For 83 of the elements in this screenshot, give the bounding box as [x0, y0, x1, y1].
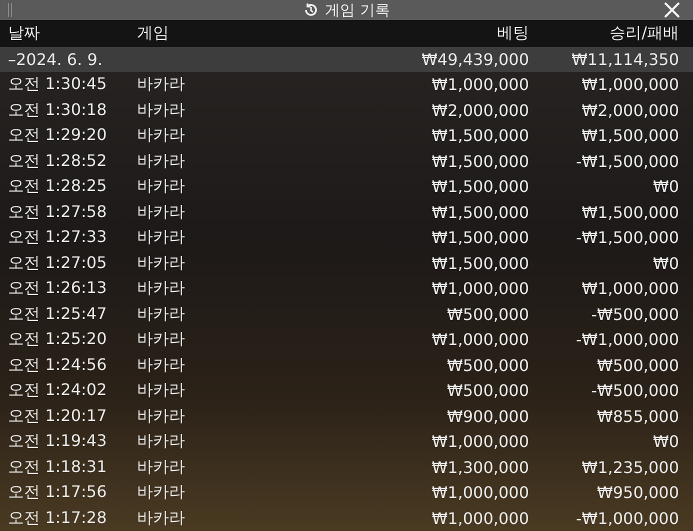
time-cell-text: 오전 1:18:31	[8, 456, 108, 478]
game-cell-text: 바카라	[137, 150, 186, 172]
bet-cell-text: ₩500,000	[446, 381, 529, 400]
game-cell-text: 바카라	[137, 482, 186, 504]
bet-cell-text: ₩1,000,000	[430, 432, 529, 452]
time-cell-text: 오전 1:25:20	[8, 329, 108, 350]
bet-cell-text: ₩500,000	[446, 304, 529, 324]
game-cell-text: 바카라	[137, 100, 186, 121]
game-cell-text: 바카라	[137, 202, 186, 223]
game-cell-text: 바카라	[137, 354, 186, 376]
time-cell-text: 오전 1:20:17	[8, 406, 108, 427]
time-cell-text: 오전 1:24:02	[8, 380, 108, 402]
result-cell-text: ₩500,000	[596, 356, 679, 375]
result-cell-text: ₩1,500,000	[580, 126, 679, 146]
bet-cell-text: ₩1,000,000	[430, 75, 529, 94]
close-icon[interactable]	[663, 1, 681, 19]
column-header: 승리/패배	[608, 23, 679, 44]
time-cell-text: 오전 1:29:20	[8, 125, 108, 146]
bet-cell-text: ₩1,500,000	[430, 177, 529, 196]
result-cell-text: ₩1,000,000	[580, 75, 679, 94]
result-cell-text: ₩0	[652, 432, 679, 452]
result-cell-text: ₩950,000	[596, 483, 679, 502]
result-cell-text: ₩1,000,000	[580, 279, 679, 298]
total-bet: ₩49,439,000	[420, 50, 529, 69]
result-cell-text: ₩1,235,000	[580, 458, 679, 477]
game-cell-text: 바카라	[137, 304, 186, 325]
game-cell-text: 바카라	[137, 252, 186, 274]
bet-cell-text: ₩1,500,000	[430, 126, 529, 146]
game-cell-text: 바카라	[137, 329, 186, 350]
game-cell-text: 바카라	[137, 456, 186, 478]
result-cell-text: ₩0	[652, 177, 679, 196]
time-cell-text: 오전 1:27:05	[8, 252, 108, 274]
result-cell-text: -₩1,500,000	[574, 152, 679, 171]
game-cell-text: 바카라	[137, 508, 186, 529]
bet-cell-text: ₩500,000	[446, 356, 529, 375]
result-cell-text: ₩0	[652, 254, 679, 273]
column-header: 게임	[137, 23, 170, 44]
bet-cell-text: ₩1,000,000	[430, 483, 529, 502]
date-group-label: –2024. 6. 9.	[8, 50, 104, 69]
result-cell-text: ₩1,500,000	[580, 202, 679, 222]
window-title: 게임 기록	[325, 0, 390, 20]
history-icon	[303, 2, 320, 18]
time-cell-text: 오전 1:30:45	[8, 74, 108, 96]
total-result: ₩11,114,350	[570, 50, 679, 69]
drag-handle-icon[interactable]	[8, 3, 12, 17]
column-header: 날짜	[8, 23, 41, 44]
time-cell-text: 오전 1:27:58	[8, 202, 108, 223]
time-cell-text: 오전 1:28:52	[8, 150, 108, 172]
result-cell-text: -₩1,000,000	[574, 330, 679, 350]
bet-cell-text: ₩1,500,000	[430, 254, 529, 273]
bet-cell-text: ₩2,000,000	[430, 100, 529, 120]
bet-cell-text: ₩900,000	[446, 406, 529, 426]
time-cell-text: 오전 1:28:25	[8, 176, 108, 198]
result-cell-text: ₩2,000,000	[580, 100, 679, 120]
time-cell-text: 오전 1:24:56	[8, 354, 108, 376]
game-cell-text: 바카라	[137, 380, 186, 402]
bet-cell-text: ₩1,500,000	[430, 152, 529, 171]
column-header: 베팅	[496, 23, 529, 44]
result-cell-text: -₩500,000	[590, 381, 679, 400]
bet-cell-text: ₩1,000,000	[430, 279, 529, 298]
game-cell-text: 바카라	[137, 406, 186, 427]
game-cell-text: 바카라	[137, 176, 186, 198]
result-cell-text: -₩500,000	[590, 304, 679, 324]
time-cell-text: 오전 1:26:13	[8, 278, 108, 300]
game-cell-text: 바카라	[137, 227, 186, 248]
game-cell-text: 바카라	[137, 278, 186, 300]
bet-cell-text: ₩1,000,000	[430, 508, 529, 528]
bet-cell-text: ₩1,500,000	[430, 228, 529, 248]
bet-cell-text: ₩1,000,000	[430, 330, 529, 350]
game-cell-text: 바카라	[137, 74, 186, 96]
bet-cell-text: ₩1,500,000	[430, 202, 529, 222]
time-cell-text: 오전 1:19:43	[8, 431, 108, 452]
time-cell-text: 오전 1:17:56	[8, 482, 108, 504]
game-cell-text: 바카라	[137, 431, 186, 452]
time-cell-text: 오전 1:25:47	[8, 304, 108, 325]
time-cell-text: 오전 1:27:33	[8, 227, 108, 248]
result-cell-text: -₩1,000,000	[574, 508, 679, 528]
time-cell-text: 오전 1:30:18	[8, 100, 108, 121]
time-cell-text: 오전 1:17:28	[8, 508, 108, 529]
game-cell-text: 바카라	[137, 125, 186, 146]
bet-cell-text: ₩1,300,000	[430, 458, 529, 477]
result-cell-text: ₩855,000	[596, 406, 679, 426]
result-cell-text: -₩1,500,000	[574, 228, 679, 248]
